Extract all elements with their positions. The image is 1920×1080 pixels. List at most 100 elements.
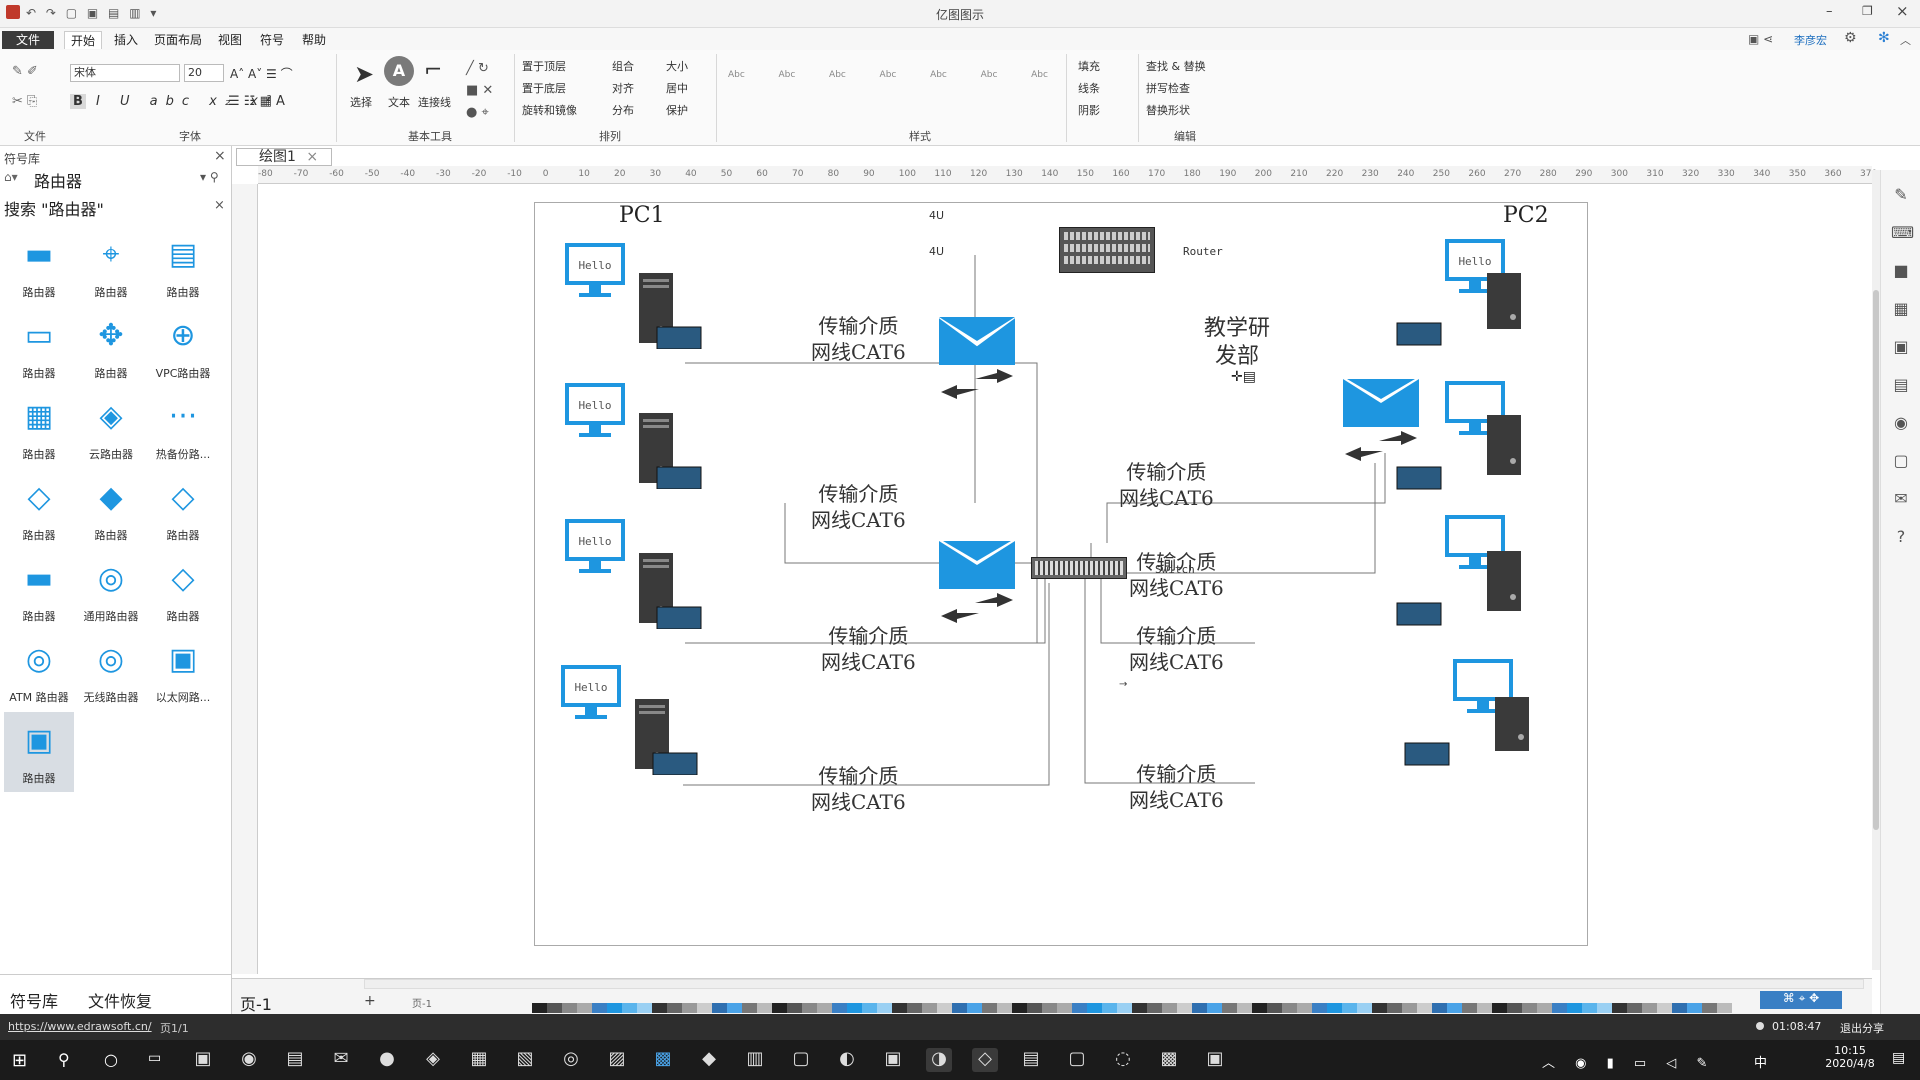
palette-swatch[interactable]: [1042, 1003, 1057, 1013]
palette-swatch[interactable]: [697, 1003, 712, 1013]
router-rack-icon[interactable]: [1059, 227, 1155, 273]
palette-swatch[interactable]: [1492, 1003, 1507, 1013]
group-button[interactable]: 组合: [612, 58, 634, 74]
palette-swatch[interactable]: [532, 1003, 547, 1013]
taskbar-app-icon[interactable]: ◆: [696, 1048, 722, 1072]
pc-monitor[interactable]: Hello: [559, 663, 623, 724]
style-preset[interactable]: Abc: [981, 70, 998, 94]
menu-view[interactable]: 视图: [212, 31, 248, 49]
menu-symbol[interactable]: 符号: [254, 31, 290, 49]
palette-swatch[interactable]: [712, 1003, 727, 1013]
palette-swatch[interactable]: [1027, 1003, 1042, 1013]
taskbar-app-icon[interactable]: ▩: [1156, 1048, 1182, 1072]
symbol-item[interactable]: ··· 热备份路...: [148, 388, 218, 468]
palette-swatch[interactable]: [1312, 1003, 1327, 1013]
taskbar-app-icon[interactable]: ◉: [236, 1048, 262, 1072]
right-tool-icons[interactable]: ✎ ⌨ ■ ▦ ▣ ▤ ◉ ▢ ✉?: [1891, 176, 1914, 556]
symbol-item[interactable]: ◎ 通用路由器: [76, 550, 146, 630]
palette-swatch[interactable]: [1387, 1003, 1402, 1013]
symbol-item[interactable]: ▣ 以太网路...: [148, 631, 218, 711]
palette-swatch[interactable]: [592, 1003, 607, 1013]
palette-swatch[interactable]: [772, 1003, 787, 1013]
palette-swatch[interactable]: [817, 1003, 832, 1013]
symbol-item[interactable]: ✥ 路由器: [76, 307, 146, 387]
taskbar-app-icon[interactable]: ◇: [972, 1048, 998, 1072]
palette-swatch[interactable]: [757, 1003, 772, 1013]
font-grow-shrink-icons[interactable]: A˄ A˅ ☰ ⌒: [230, 65, 293, 82]
palette-swatch[interactable]: [907, 1003, 922, 1013]
font-family-select[interactable]: 宋体: [70, 64, 180, 82]
palette-swatch[interactable]: [682, 1003, 697, 1013]
bring-to-front-button[interactable]: 置于顶层: [522, 58, 566, 74]
symbol-item[interactable]: ◆ 路由器: [76, 469, 146, 549]
text-tool-icon[interactable]: A: [384, 56, 414, 86]
protect-button[interactable]: 保护: [666, 102, 688, 118]
add-page-icon[interactable]: +: [364, 993, 376, 1009]
taskbar-app-icon[interactable]: ●: [374, 1048, 400, 1072]
palette-swatch[interactable]: [1717, 1003, 1732, 1013]
list-icons[interactable]: ☰ ☷ ▦ A: [228, 94, 285, 109]
palette-swatch[interactable]: [1252, 1003, 1267, 1013]
palette-swatch[interactable]: [1477, 1003, 1492, 1013]
palette-swatch[interactable]: [622, 1003, 637, 1013]
shape-tools-icons[interactable]: ╱ ↻ ■ ✕ ● ⌖: [466, 58, 493, 124]
symbol-item[interactable]: ▬ 路由器: [4, 226, 74, 306]
tab-file-recovery[interactable]: 文件恢复: [88, 988, 152, 1012]
palette-swatch[interactable]: [1447, 1003, 1462, 1013]
center-button[interactable]: 居中: [666, 80, 688, 96]
palette-swatch[interactable]: [1222, 1003, 1237, 1013]
cable-label[interactable]: 传输介质 网线CAT6: [1129, 623, 1224, 675]
find-replace-button[interactable]: 查找 & 替换: [1146, 58, 1206, 74]
palette-swatch[interactable]: [1012, 1003, 1027, 1013]
taskbar-app-icon[interactable]: ▦: [466, 1048, 492, 1072]
style-preset[interactable]: Abc: [930, 70, 947, 94]
page-tab[interactable]: 页-1: [240, 991, 272, 1015]
mail-server-icon[interactable]: [938, 309, 1019, 405]
search-close-icon[interactable]: ×: [214, 198, 225, 213]
symbol-item[interactable]: ◎ ATM 路由器: [4, 631, 74, 711]
cable-label[interactable]: 传输介质 网线CAT6: [811, 313, 906, 365]
taskbar-app-icon[interactable]: ◑: [926, 1048, 952, 1072]
taskbar-app-icon[interactable]: ◐: [834, 1048, 860, 1072]
palette-swatch[interactable]: [1657, 1003, 1672, 1013]
palette-swatch[interactable]: [607, 1003, 622, 1013]
clipboard-icon[interactable]: ✂ ⎘: [12, 94, 37, 109]
palette-swatch[interactable]: [1552, 1003, 1567, 1013]
palette-swatch[interactable]: [952, 1003, 967, 1013]
palette-swatch[interactable]: [1507, 1003, 1522, 1013]
palette-swatch[interactable]: [1282, 1003, 1297, 1013]
view-mode-buttons[interactable]: ⌘ ⌖ ✥: [1760, 991, 1842, 1009]
symbol-item[interactable]: ▭ 路由器: [4, 307, 74, 387]
taskbar-app-icon[interactable]: ▤: [1018, 1048, 1044, 1072]
pc-tower[interactable]: [1395, 405, 1525, 495]
windows-start-icon[interactable]: ⊞: [12, 1050, 27, 1071]
taskbar-app-icon[interactable]: ▢: [1064, 1048, 1090, 1072]
symbol-item[interactable]: ◎ 无线路由器: [76, 631, 146, 711]
vertical-scrollbar[interactable]: [1872, 170, 1880, 970]
taskbar-app-icon[interactable]: ✉: [328, 1048, 354, 1072]
palette-swatch[interactable]: [547, 1003, 562, 1013]
symbol-item[interactable]: ⌖ 路由器: [76, 226, 146, 306]
theme-icon[interactable]: ✻: [1878, 30, 1890, 46]
tab-document[interactable]: 绘图1 ×: [236, 148, 332, 166]
taskbar-app-icon[interactable]: ◎: [558, 1048, 584, 1072]
palette-swatch[interactable]: [1702, 1003, 1717, 1013]
palette-swatch[interactable]: [967, 1003, 982, 1013]
taskbar-app-icon[interactable]: ▩: [650, 1048, 676, 1072]
palette-swatch[interactable]: [1297, 1003, 1312, 1013]
notification-icon[interactable]: ▤: [1892, 1050, 1905, 1066]
clock[interactable]: 10:15 2020/4/8: [1820, 1044, 1880, 1070]
palette-swatch[interactable]: [667, 1003, 682, 1013]
palette-swatch[interactable]: [1102, 1003, 1117, 1013]
website-link[interactable]: https://www.edrawsoft.cn/: [8, 1020, 152, 1033]
palette-swatch[interactable]: [937, 1003, 952, 1013]
palette-swatch[interactable]: [1207, 1003, 1222, 1013]
maximize-icon[interactable]: ❐: [1862, 4, 1873, 18]
palette-swatch[interactable]: [652, 1003, 667, 1013]
color-palette[interactable]: [532, 1003, 1732, 1013]
palette-swatch[interactable]: [877, 1003, 892, 1013]
switch-icon[interactable]: [1031, 557, 1127, 579]
palette-swatch[interactable]: [802, 1003, 817, 1013]
department-label[interactable]: 教学研 发部: [1187, 315, 1287, 371]
menu-home[interactable]: 开始: [64, 31, 103, 49]
